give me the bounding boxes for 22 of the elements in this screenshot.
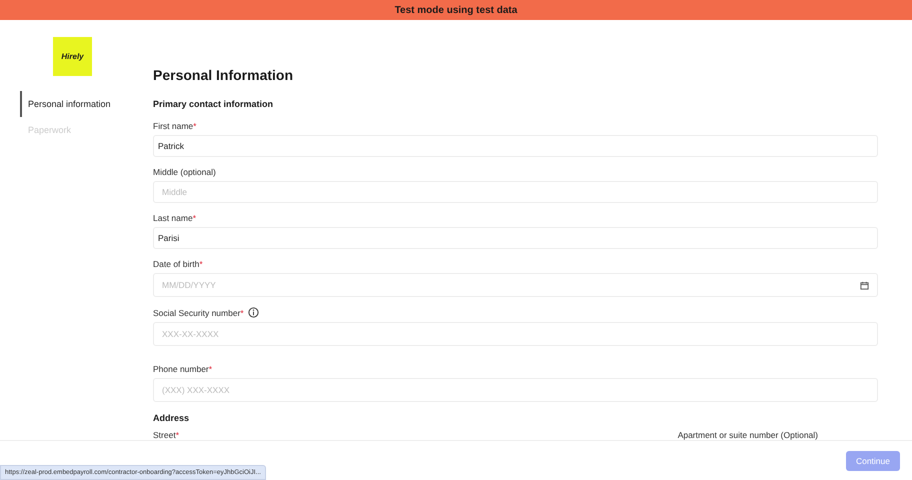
section-heading: Primary contact information xyxy=(153,99,274,109)
field-label: Date of birth* xyxy=(153,259,203,269)
test-mode-banner: Test mode using test data xyxy=(0,0,912,20)
field-label: Last name* xyxy=(153,213,196,223)
input-field[interactable]: Patrick xyxy=(153,135,878,157)
input-field[interactable]: MM/DD/YYYY xyxy=(153,273,878,297)
field-label: First name* xyxy=(153,121,196,131)
field-label: Middle (optional) xyxy=(153,167,216,177)
input-field[interactable]: XXX-XX-XXXX xyxy=(153,322,878,346)
field-label: Phone number* xyxy=(153,364,212,374)
calendar-icon[interactable] xyxy=(860,280,869,290)
logo: Hirely xyxy=(53,37,92,76)
input-field[interactable]: Parisi xyxy=(153,227,878,249)
sidebar-item[interactable]: Personal information xyxy=(20,91,153,117)
input-field[interactable]: (XXX) XXX-XXXX xyxy=(153,378,878,402)
section-heading: Address xyxy=(153,412,190,424)
input-field[interactable]: Middle xyxy=(153,181,878,203)
field-label: Social Security number* xyxy=(153,308,244,318)
page-title: Personal Information xyxy=(153,67,294,83)
field-label: Apartment or suite number (Optional) xyxy=(678,430,818,440)
info-icon[interactable] xyxy=(248,307,259,318)
field-label: Street* xyxy=(153,430,179,440)
